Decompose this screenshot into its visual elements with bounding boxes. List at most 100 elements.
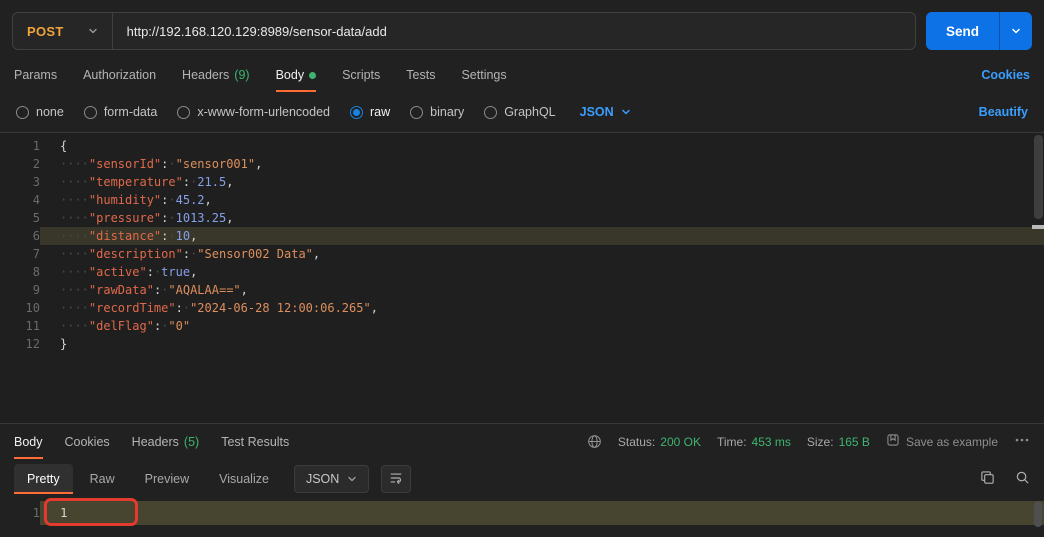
send-label: Send	[926, 12, 999, 50]
tab-count: (5)	[184, 435, 199, 449]
body-format-dropdown[interactable]: JSON	[580, 105, 631, 119]
request-body-editor[interactable]: 1{2····"sensorId":·"sensor001",3····"tem…	[0, 132, 1044, 423]
line-content[interactable]: ····"pressure":·1013.25,	[40, 209, 1044, 227]
code-line: 5····"pressure":·1013.25,	[0, 209, 1044, 227]
line-number: 5	[0, 209, 40, 227]
radio-raw[interactable]: raw	[350, 105, 390, 119]
url-input[interactable]: http://192.168.120.129:8989/sensor-data/…	[113, 24, 915, 39]
line-number: 10	[0, 299, 40, 317]
code-line: 12}	[0, 335, 1044, 353]
wrap-text-button[interactable]	[381, 465, 411, 493]
send-button[interactable]: Send	[926, 12, 1032, 50]
radio-graphql[interactable]: GraphQL	[484, 105, 555, 119]
code-line: 11····"delFlag":·"0"	[0, 317, 1044, 335]
line-number: 1	[0, 137, 40, 155]
code-line: 7····"description":·"Sensor002 Data",	[0, 245, 1044, 263]
response-body[interactable]: 11	[0, 499, 1044, 537]
line-number: 12	[0, 335, 40, 353]
tab-scripts[interactable]: Scripts	[342, 58, 380, 92]
tab-label: Headers	[132, 435, 179, 449]
line-content[interactable]: 1	[40, 501, 1044, 525]
size-badge: Size: 165 B	[807, 435, 870, 449]
save-as-example-button[interactable]: Save as example	[886, 433, 998, 450]
tab-headers[interactable]: Headers (9)	[182, 58, 250, 92]
code-line: 4····"humidity":·45.2,	[0, 191, 1044, 209]
format-label: JSON	[306, 472, 339, 486]
line-content[interactable]: ····"sensorId":·"sensor001",	[40, 155, 1044, 173]
chevron-down-icon	[88, 26, 98, 36]
line-number: 7	[0, 245, 40, 263]
method-selector[interactable]: POST	[13, 13, 112, 49]
line-number: 3	[0, 173, 40, 191]
request-tabs: Params Authorization Headers (9) Body Sc…	[0, 58, 1044, 92]
tab-body[interactable]: Body	[276, 58, 317, 92]
tab-authorization[interactable]: Authorization	[83, 58, 156, 92]
size-label: Size:	[807, 435, 834, 449]
view-tab-raw[interactable]: Raw	[77, 464, 128, 494]
beautify-link[interactable]: Beautify	[979, 105, 1028, 119]
radio-label: GraphQL	[504, 105, 555, 119]
response-header: Body Cookies Headers (5) Test Results St…	[0, 423, 1044, 459]
line-content[interactable]: ····"humidity":·45.2,	[40, 191, 1044, 209]
copy-response-button[interactable]	[980, 470, 995, 488]
search-icon	[1015, 470, 1030, 488]
radio-selected-icon	[350, 106, 363, 119]
method-label: POST	[27, 24, 64, 39]
radio-label: none	[36, 105, 64, 119]
tab-settings[interactable]: Settings	[461, 58, 506, 92]
request-editor-lines: 1{2····"sensorId":·"sensor001",3····"tem…	[0, 137, 1044, 353]
line-content[interactable]: ····"active":·true,	[40, 263, 1044, 281]
tab-count: (9)	[234, 68, 249, 82]
search-response-button[interactable]	[1015, 470, 1030, 488]
tab-params[interactable]: Params	[14, 58, 57, 92]
line-number: 11	[0, 317, 40, 335]
line-content[interactable]: {	[40, 137, 1044, 155]
tab-tests[interactable]: Tests	[406, 58, 435, 92]
response-body-lines: 11	[0, 501, 1044, 525]
response-tab-cookies[interactable]: Cookies	[65, 424, 110, 459]
editor-scrollbar[interactable]	[1032, 133, 1044, 423]
size-value: 165 B	[839, 435, 870, 449]
response-scrollbar[interactable]	[1034, 501, 1042, 527]
response-tab-body[interactable]: Body	[14, 424, 43, 459]
line-content[interactable]: ····"description":·"Sensor002 Data",	[40, 245, 1044, 263]
more-options-button[interactable]	[1014, 432, 1030, 451]
api-client-app: POST http://192.168.120.129:8989/sensor-…	[0, 0, 1044, 537]
response-tab-headers[interactable]: Headers (5)	[132, 424, 200, 459]
chevron-down-icon	[347, 474, 357, 484]
response-meta: Status: 200 OK Time: 453 ms Size: 165 B …	[587, 432, 1030, 451]
tab-label: Headers	[182, 68, 229, 82]
response-format-dropdown[interactable]: JSON	[294, 465, 369, 493]
line-content[interactable]: ····"delFlag":·"0"	[40, 317, 1044, 335]
line-content[interactable]: ····"distance":·10,	[40, 227, 1044, 245]
cookies-link[interactable]: Cookies	[981, 68, 1030, 82]
line-content[interactable]: ····"rawData":·"AQALAA==",	[40, 281, 1044, 299]
copy-icon	[980, 470, 995, 488]
response-toolbar: Pretty Raw Preview Visualize JSON	[0, 459, 1044, 499]
code-line: 6····"distance":·10,	[0, 227, 1044, 245]
radio-label: binary	[430, 105, 464, 119]
line-content[interactable]: }	[40, 335, 1044, 353]
radio-icon	[84, 106, 97, 119]
line-content[interactable]: ····"temperature":·21.5,	[40, 173, 1044, 191]
view-tab-preview[interactable]: Preview	[132, 464, 202, 494]
view-tab-pretty[interactable]: Pretty	[14, 464, 73, 494]
radio-none[interactable]: none	[16, 105, 64, 119]
line-content[interactable]: ····"recordTime":·"2024-06-28 12:00:06.2…	[40, 299, 1044, 317]
code-line: 11	[0, 501, 1044, 525]
code-line: 8····"active":·true,	[0, 263, 1044, 281]
radio-icon	[484, 106, 497, 119]
network-globe-icon[interactable]	[587, 434, 602, 449]
line-number: 6	[0, 227, 40, 245]
scrollbar-thumb[interactable]	[1034, 135, 1043, 219]
radio-form-data[interactable]: form-data	[84, 105, 158, 119]
view-tab-visualize[interactable]: Visualize	[206, 464, 282, 494]
line-number: 8	[0, 263, 40, 281]
send-options-chevron-icon[interactable]	[999, 12, 1032, 50]
response-tab-test-results[interactable]: Test Results	[221, 424, 289, 459]
radio-urlencoded[interactable]: x-www-form-urlencoded	[177, 105, 330, 119]
radio-binary[interactable]: binary	[410, 105, 464, 119]
scrollbar-cursor-mark	[1032, 225, 1044, 229]
bookmark-icon	[886, 433, 900, 450]
line-number: 2	[0, 155, 40, 173]
